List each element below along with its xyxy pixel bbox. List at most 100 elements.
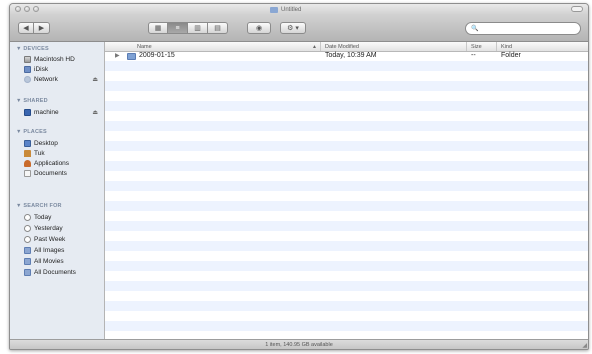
column-header-size[interactable]: Size: [467, 42, 497, 51]
minimize-button[interactable]: [24, 6, 30, 12]
row-stripe: [105, 221, 588, 231]
sidebar-item-label: Today: [34, 214, 52, 221]
row-stripe: [105, 111, 588, 121]
row-stripe: [105, 281, 588, 291]
row-stripe: [105, 101, 588, 111]
sidebar-item-documents[interactable]: Documents: [24, 169, 102, 178]
sidebar-item-past-week[interactable]: Past Week: [24, 235, 102, 244]
row-stripe: [105, 71, 588, 81]
list-view-icon: ≡: [175, 24, 180, 32]
sidebar-item-yesterday[interactable]: Yesterday: [24, 224, 102, 233]
row-stripe: [105, 121, 588, 131]
sidebar-item-label: Tuk: [34, 150, 45, 157]
applications-icon: [24, 160, 31, 167]
title-bar[interactable]: Untitled: [10, 4, 588, 14]
row-stripe: [105, 191, 588, 201]
icon-view-icon: ▦: [154, 25, 162, 32]
sidebar-item-label: machine: [34, 109, 59, 116]
forward-button[interactable]: ▶: [34, 22, 50, 34]
coverflow-view-icon: ▤: [214, 25, 221, 32]
column-view-button[interactable]: ▥: [188, 22, 208, 34]
column-header-name[interactable]: Name ▲: [133, 42, 321, 51]
row-stripe: [105, 81, 588, 91]
toolbar-toggle-button[interactable]: [571, 6, 583, 12]
clock-icon: [24, 225, 31, 232]
window-title: Untitled: [270, 5, 301, 14]
row-stripe: [105, 311, 588, 321]
status-text: 1 item, 140.95 GB available: [265, 342, 333, 348]
table-row[interactable]: ▶ 2009-01-15 Today, 10:39 AM -- Folder: [105, 51, 588, 61]
search-icon: 🔍: [471, 26, 479, 32]
window-title-text: Untitled: [281, 6, 302, 13]
idisk-icon: [24, 66, 31, 73]
row-stripe: [105, 61, 588, 71]
column-header-kind[interactable]: Kind: [497, 42, 588, 51]
column-header-label: Date Modified: [325, 43, 359, 50]
sidebar-item-home[interactable]: Tuk: [24, 149, 102, 158]
sidebar-section-search-for[interactable]: ▼ SEARCH FOR: [16, 203, 62, 209]
sidebar-item-label: Past Week: [34, 236, 66, 243]
column-header-date-modified[interactable]: Date Modified: [321, 42, 467, 51]
file-date-modified: Today, 10:39 AM: [325, 52, 377, 59]
sidebar-section-shared[interactable]: ▼ SHARED: [16, 98, 48, 104]
sidebar-item-label: Yesterday: [34, 225, 63, 232]
sidebar-item-all-images[interactable]: All Images: [24, 246, 102, 255]
clock-icon: [24, 236, 31, 243]
file-kind: Folder: [501, 52, 521, 59]
sidebar-section-devices[interactable]: ▼ DEVICES: [16, 46, 49, 52]
zoom-button[interactable]: [33, 6, 39, 12]
file-rows: ▶ 2009-01-15 Today, 10:39 AM -- Folder: [105, 51, 588, 339]
row-stripe: [105, 291, 588, 301]
row-stripe: [105, 211, 588, 221]
sidebar-item-label: Applications: [34, 160, 70, 167]
documents-icon: [24, 170, 31, 177]
column-view-icon: ▥: [194, 25, 201, 32]
sidebar-item-applications[interactable]: Applications: [24, 159, 102, 168]
folder-icon: [270, 6, 278, 13]
sidebar-item-label: iDisk: [34, 66, 49, 73]
row-stripe: [105, 171, 588, 181]
hard-drive-icon: [24, 56, 31, 63]
eject-icon[interactable]: ⏏: [92, 109, 98, 116]
back-button[interactable]: ◀: [18, 22, 34, 34]
sidebar: ▼ DEVICES Macintosh HD iDisk Network ⏏ ▼…: [10, 42, 105, 339]
sidebar-item-all-movies[interactable]: All Movies: [24, 257, 102, 266]
row-stripe: [105, 321, 588, 331]
coverflow-view-button[interactable]: ▤: [208, 22, 228, 34]
row-stripe: [105, 261, 588, 271]
resize-handle-icon[interactable]: ◢: [582, 342, 587, 349]
back-arrow-icon: ◀: [23, 25, 29, 32]
search-field[interactable]: 🔍: [465, 22, 581, 35]
sidebar-item-label: All Movies: [34, 258, 64, 265]
sidebar-item-today[interactable]: Today: [24, 213, 102, 222]
sidebar-item-network[interactable]: Network ⏏: [24, 75, 102, 84]
desktop-icon: [24, 140, 31, 147]
eject-icon[interactable]: ⏏: [92, 76, 98, 83]
home-icon: [24, 150, 31, 157]
sidebar-item-machine[interactable]: machine ⏏: [24, 108, 102, 117]
list-view-button[interactable]: ≡: [168, 22, 188, 34]
view-mode-control: ▦ ≡ ▥ ▤: [148, 22, 228, 34]
quick-look-button[interactable]: ◉: [247, 22, 271, 34]
sidebar-item-idisk[interactable]: iDisk: [24, 65, 102, 74]
sidebar-item-label: Desktop: [34, 140, 58, 147]
sidebar-item-macintosh-hd[interactable]: Macintosh HD: [24, 55, 102, 64]
sidebar-item-label: All Images: [34, 247, 65, 254]
column-header-label: Size: [471, 43, 482, 50]
row-stripe: [105, 151, 588, 161]
file-size: --: [471, 52, 476, 59]
icon-view-button[interactable]: ▦: [148, 22, 168, 34]
forward-arrow-icon: ▶: [38, 25, 45, 32]
action-menu-button[interactable]: ⚙ ▾: [280, 22, 306, 34]
disclosure-triangle-icon[interactable]: ▶: [115, 52, 120, 59]
smart-folder-icon: [24, 269, 31, 276]
close-button[interactable]: [15, 6, 21, 12]
sidebar-item-desktop[interactable]: Desktop: [24, 139, 102, 148]
sidebar-item-label: Network: [34, 76, 58, 83]
row-stripe: [105, 331, 588, 339]
folder-icon: [127, 53, 136, 60]
sidebar-section-places[interactable]: ▼ PLACES: [16, 129, 47, 135]
gear-icon: ⚙ ▾: [287, 25, 299, 32]
sidebar-item-all-documents[interactable]: All Documents: [24, 268, 102, 277]
row-stripe: [105, 161, 588, 171]
